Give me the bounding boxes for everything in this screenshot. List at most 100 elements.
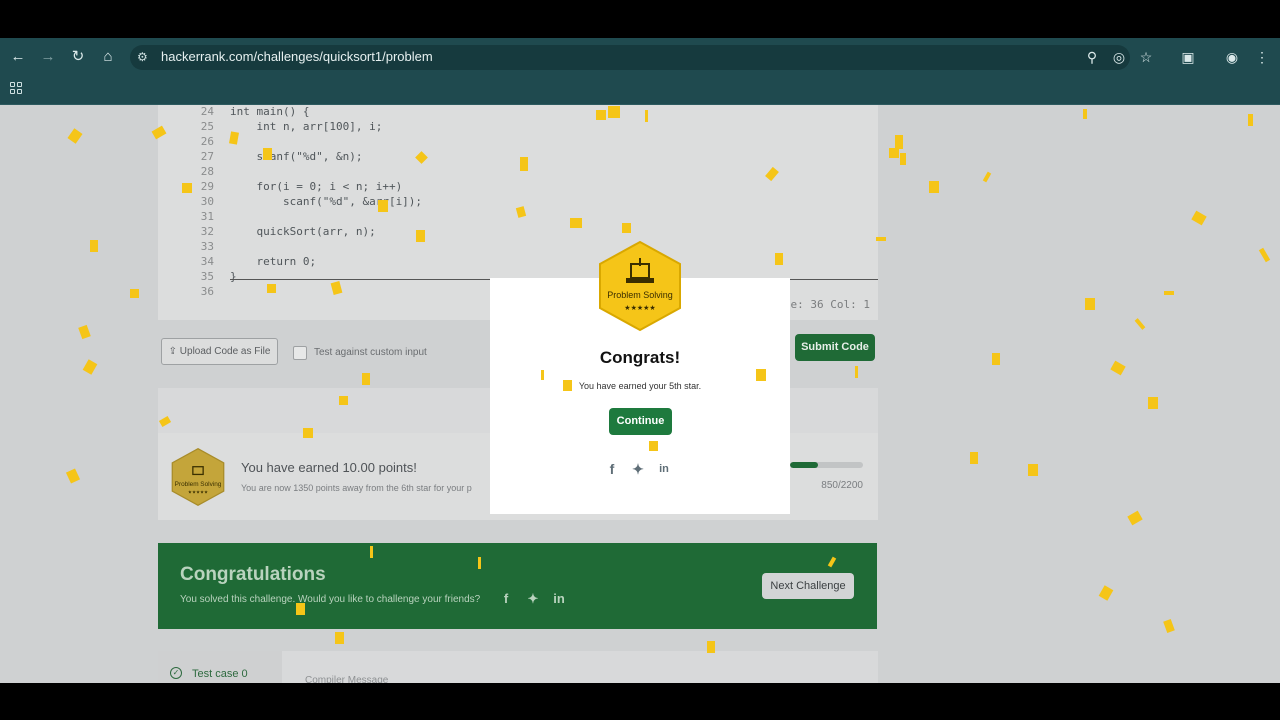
confetti-piece bbox=[90, 240, 98, 252]
confetti-piece bbox=[362, 373, 370, 385]
code-line: return 0; bbox=[230, 255, 317, 268]
confetti-piece bbox=[1164, 291, 1174, 295]
continue-button[interactable]: Continue bbox=[609, 408, 672, 435]
confetti-piece bbox=[707, 641, 715, 653]
confetti-piece bbox=[478, 557, 481, 569]
confetti-piece bbox=[570, 218, 582, 228]
back-icon[interactable]: ← bbox=[7, 46, 29, 68]
zoom-search-icon[interactable]: ⚲ bbox=[1082, 48, 1102, 66]
bookmarks-bar bbox=[0, 76, 1280, 105]
confetti-piece bbox=[263, 148, 272, 160]
linkedin-icon[interactable]: in bbox=[551, 591, 567, 607]
confetti-piece bbox=[267, 284, 276, 293]
line-number: 25 bbox=[200, 120, 214, 133]
line-number: 34 bbox=[200, 255, 214, 268]
code-line: for(i = 0; i < n; i++) bbox=[230, 180, 403, 193]
facebook-icon[interactable]: f bbox=[498, 591, 514, 607]
banner-title: Congratulations bbox=[180, 564, 326, 585]
linkedin-share-icon[interactable]: in bbox=[656, 461, 672, 477]
line-number: 36 bbox=[200, 285, 214, 298]
line-number: 35 bbox=[200, 270, 214, 283]
confetti-piece bbox=[1028, 464, 1038, 476]
profile-icon[interactable]: ◉ bbox=[1222, 48, 1242, 66]
line-number: 24 bbox=[200, 105, 214, 118]
confetti-piece bbox=[378, 200, 388, 212]
modal-title: Congrats! bbox=[599, 348, 681, 367]
line-number: 26 bbox=[200, 135, 214, 148]
code-line: int main() { bbox=[230, 105, 310, 118]
forward-icon[interactable]: → bbox=[37, 46, 59, 68]
progress-text: 850/2200 bbox=[821, 480, 863, 491]
problem-solving-star-badge-icon: Problem Solving ★★★★★ bbox=[599, 240, 681, 332]
line-number: 32 bbox=[200, 225, 214, 238]
confetti-piece bbox=[296, 603, 305, 615]
confetti-piece bbox=[645, 110, 648, 122]
star-progress-fill bbox=[790, 462, 819, 468]
test-results-panel: ✓ Test case 0 Compiler Message bbox=[158, 651, 878, 683]
check-circle-icon: ✓ bbox=[170, 667, 182, 679]
modal-badge-stars: ★★★★★ bbox=[624, 304, 655, 312]
confetti-piece bbox=[182, 183, 192, 193]
menu-dots-icon[interactable]: ⋮ bbox=[1252, 48, 1272, 66]
confetti-piece bbox=[970, 452, 978, 464]
facebook-share-icon[interactable]: f bbox=[604, 461, 620, 477]
apps-grid-icon[interactable] bbox=[10, 82, 24, 96]
custom-input-label: Test against custom input bbox=[314, 347, 427, 358]
confetti-piece bbox=[622, 223, 631, 233]
submit-code-button[interactable]: Submit Code bbox=[795, 334, 875, 361]
line-number: 33 bbox=[200, 240, 214, 253]
confetti-piece bbox=[992, 353, 1000, 365]
confetti-piece bbox=[895, 135, 903, 149]
line-number: 27 bbox=[200, 150, 214, 163]
banner-subtitle: You solved this challenge. Would you lik… bbox=[180, 594, 481, 605]
upload-label: Upload Code as File bbox=[179, 346, 271, 357]
confetti-piece bbox=[756, 369, 766, 381]
code-line: int n, arr[100], i; bbox=[230, 120, 383, 133]
url-text[interactable]: hackerrank.com/challenges/quicksort1/pro… bbox=[161, 49, 433, 65]
confetti-piece bbox=[596, 110, 606, 120]
confetti-piece bbox=[520, 157, 528, 171]
upload-icon: ⇪ bbox=[168, 346, 180, 357]
confetti-piece bbox=[876, 237, 886, 241]
upload-code-button[interactable]: ⇪ Upload Code as File bbox=[161, 338, 278, 365]
modal-badge-title: Problem Solving bbox=[607, 290, 673, 300]
eye-off-icon[interactable]: ◎ bbox=[1109, 48, 1129, 66]
confetti-piece bbox=[1148, 397, 1158, 409]
twitter-icon[interactable]: ✦ bbox=[525, 591, 541, 607]
line-number: 31 bbox=[200, 210, 214, 223]
code-line: scanf("%d", &arr[i]); bbox=[230, 195, 423, 208]
confetti-piece bbox=[370, 546, 373, 558]
confetti-piece bbox=[335, 632, 344, 644]
confetti-piece bbox=[1085, 298, 1095, 310]
custom-input-checkbox[interactable] bbox=[293, 346, 307, 360]
confetti-piece bbox=[1083, 109, 1087, 119]
congratulations-banner: Congratulations You solved this challeng… bbox=[158, 543, 877, 629]
confetti-piece bbox=[855, 366, 858, 378]
confetti-piece bbox=[929, 181, 939, 193]
confetti-piece bbox=[563, 380, 572, 391]
compiler-message-label: Compiler Message bbox=[305, 675, 389, 683]
confetti-piece bbox=[416, 230, 425, 242]
confetti-piece bbox=[1248, 114, 1253, 126]
next-challenge-button[interactable]: Next Challenge bbox=[762, 573, 854, 599]
reload-icon[interactable]: ↻ bbox=[67, 46, 89, 68]
confetti-piece bbox=[775, 253, 783, 265]
test-case-tab[interactable]: ✓ Test case 0 bbox=[158, 651, 282, 683]
modal-message: You have earned your 5th star. bbox=[578, 381, 702, 391]
home-icon[interactable]: ⌂ bbox=[97, 46, 119, 68]
points-subtitle: You are now 1350 points away from the 6t… bbox=[241, 483, 472, 493]
test-case-label: Test case 0 bbox=[192, 668, 248, 680]
confetti-piece bbox=[303, 428, 313, 438]
line-number: 29 bbox=[200, 180, 214, 193]
problem-solving-badge-icon: Problem Solving ★★★★★ bbox=[171, 447, 225, 507]
twitter-share-icon[interactable]: ✦ bbox=[630, 461, 646, 477]
confetti-piece bbox=[339, 396, 348, 405]
cast-icon[interactable]: ▣ bbox=[1178, 48, 1198, 66]
line-number: 28 bbox=[200, 165, 214, 178]
confetti-piece bbox=[900, 153, 906, 165]
code-line: scanf("%d", &n); bbox=[230, 150, 363, 163]
site-info-icon[interactable]: ⚙ bbox=[137, 50, 148, 64]
confetti-piece bbox=[608, 106, 620, 118]
bookmark-star-icon[interactable]: ☆ bbox=[1136, 48, 1156, 66]
star-progress-bar bbox=[790, 462, 863, 468]
